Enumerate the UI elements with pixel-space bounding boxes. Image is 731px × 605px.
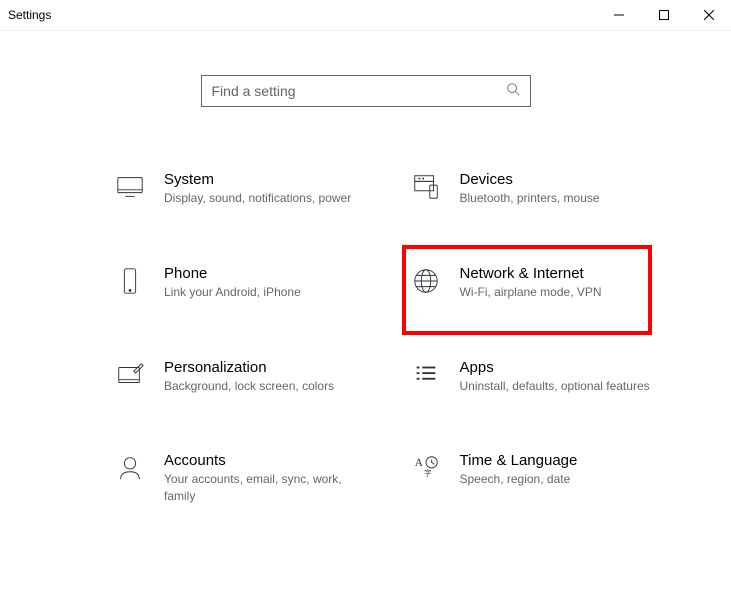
category-title: Time & Language: [460, 452, 662, 469]
titlebar: Settings: [0, 0, 731, 30]
accounts-icon: [114, 452, 146, 484]
separator: [0, 30, 731, 31]
search-input[interactable]: [212, 83, 506, 99]
categories-grid: System Display, sound, notifications, po…: [0, 167, 731, 509]
category-desc: Wi-Fi, airplane mode, VPN: [460, 284, 644, 301]
window-title: Settings: [8, 8, 51, 22]
close-button[interactable]: [686, 0, 731, 30]
devices-icon: [410, 171, 442, 203]
content: System Display, sound, notifications, po…: [0, 30, 731, 509]
search-icon: [506, 82, 520, 101]
category-desc: Bluetooth, printers, mouse: [460, 190, 662, 207]
time-icon: A字: [410, 452, 442, 484]
search-container: [0, 75, 731, 107]
category-desc: Speech, region, date: [460, 471, 662, 488]
phone-icon: [114, 265, 146, 297]
category-desc: Background, lock screen, colors: [164, 378, 366, 395]
category-time[interactable]: A字 Time & Language Speech, region, date: [406, 448, 666, 509]
search-box[interactable]: [201, 75, 531, 107]
category-desc: Display, sound, notifications, power: [164, 190, 366, 207]
category-personalization[interactable]: Personalization Background, lock screen,…: [110, 355, 370, 399]
personalization-icon: [114, 359, 146, 391]
category-accounts[interactable]: Accounts Your accounts, email, sync, wor…: [110, 448, 370, 509]
category-desc: Your accounts, email, sync, work, family: [164, 471, 366, 505]
category-title: Network & Internet: [460, 265, 644, 282]
category-apps[interactable]: Apps Uninstall, defaults, optional featu…: [406, 355, 666, 399]
minimize-button[interactable]: [596, 0, 641, 30]
apps-icon: [410, 359, 442, 391]
category-phone[interactable]: Phone Link your Android, iPhone: [110, 261, 370, 305]
category-desc: Link your Android, iPhone: [164, 284, 366, 301]
category-title: System: [164, 171, 366, 188]
maximize-button[interactable]: [641, 0, 686, 30]
category-desc: Uninstall, defaults, optional features: [460, 378, 662, 395]
system-icon: [114, 171, 146, 203]
svg-text:A: A: [414, 458, 423, 470]
category-network[interactable]: Network & Internet Wi-Fi, airplane mode,…: [402, 245, 652, 335]
category-title: Phone: [164, 265, 366, 282]
category-title: Apps: [460, 359, 662, 376]
svg-text:字: 字: [424, 468, 432, 478]
category-title: Devices: [460, 171, 662, 188]
titlebar-buttons: [596, 0, 731, 30]
category-devices[interactable]: Devices Bluetooth, printers, mouse: [406, 167, 666, 211]
category-title: Personalization: [164, 359, 366, 376]
category-system[interactable]: System Display, sound, notifications, po…: [110, 167, 370, 211]
network-icon: [410, 265, 442, 297]
category-title: Accounts: [164, 452, 366, 469]
